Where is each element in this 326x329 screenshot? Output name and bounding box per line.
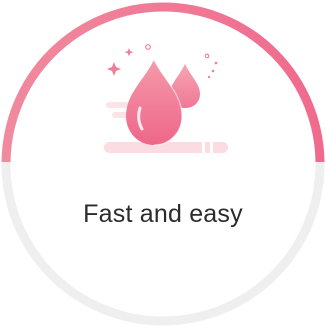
sparkle-dot: [207, 75, 211, 79]
large-drop-icon: [126, 60, 182, 145]
sparkle-icon: [107, 62, 121, 76]
feature-card: Fast and easy: [0, 0, 326, 329]
sparkle-dot: [145, 44, 151, 50]
decor-bar-long: [104, 142, 228, 153]
sparkle-dot: [214, 61, 218, 65]
sparkle-dot: [204, 53, 210, 59]
feature-caption: Fast and easy: [83, 200, 243, 228]
blood-drop-icon: [104, 44, 228, 153]
sparkle-dot: [211, 69, 215, 73]
sparkle-icon: [124, 48, 134, 57]
